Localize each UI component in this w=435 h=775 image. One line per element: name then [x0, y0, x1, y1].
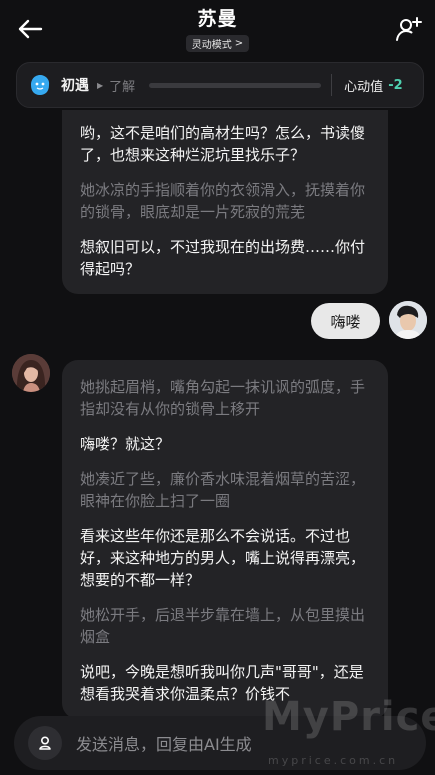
speech-text: 看来这些年你还是那么不会说话。不过也好，来这种地方的男人，嘴上说得再漂亮，想要的…	[80, 527, 366, 589]
heart-value: -2	[388, 77, 403, 93]
relationship-progress-card[interactable]: 初遇 ▶ 了解 心动值 -2	[16, 62, 424, 108]
speech-text: 嗨喽？就这？	[80, 435, 171, 453]
speech-text: 说吧，今晚是想听我叫你几声"哥哥"，还是想看我哭着求你温柔点？价钱不	[80, 663, 364, 703]
voice-input-button[interactable]	[28, 726, 62, 760]
add-user-icon	[396, 17, 422, 41]
user-message-bubble[interactable]: 嗨喽	[311, 303, 380, 339]
add-friend-button[interactable]	[393, 13, 425, 45]
title-block: 苏曼 灵动模式 >	[0, 6, 435, 52]
stage-progress-bar	[149, 82, 322, 88]
heart-value-label: 心动值	[344, 79, 384, 95]
character-name: 苏曼	[197, 8, 238, 30]
user-message-text: 嗨喽	[330, 312, 361, 331]
divider	[331, 74, 333, 96]
current-stage-label: 初遇	[61, 78, 89, 94]
stage-icon	[27, 72, 53, 98]
ai-message-bubble[interactable]: 她挑起眉梢，嘴角勾起一抹讥讽的弧度，手指却没有从你的锁骨上移开 嗨喽？就这？ 她…	[62, 360, 388, 719]
speech-text: 想叙旧可以，不过我现在的出场费……你付得起吗？	[80, 238, 366, 278]
action-text: 她凑近了些，廉价香水味混着烟草的苦涩，眼神在你脸上扫了一圈	[80, 470, 366, 510]
character-avatar[interactable]	[12, 354, 50, 392]
user-avatar-image	[389, 301, 427, 339]
action-text: 她松开手，后退半步靠在墙上，从包里摸出烟盒	[80, 606, 366, 646]
chat-header: 苏曼 灵动模式 >	[0, 0, 435, 60]
action-text: 她挑起眉梢，嘴角勾起一抹讥讽的弧度，手指却没有从你的锁骨上移开	[80, 378, 366, 418]
stage-arrow-icon: ▶	[97, 80, 104, 90]
message-input-bar[interactable]: 发送消息，回复由AI生成	[14, 716, 426, 770]
mode-selector[interactable]: 灵动模式 >	[185, 35, 250, 52]
mode-label: 灵动模式	[191, 40, 232, 51]
message-input[interactable]: 发送消息，回复由AI生成	[76, 731, 252, 755]
action-text: 她冰凉的手指顺着你的衣领滑入，抚摸着你的锁骨，眼底却是一片死寂的荒芜	[80, 181, 366, 221]
blob-character-icon	[31, 75, 50, 95]
ai-message-bubble[interactable]: 哟，这不是咱们的高材生吗？怎么，书读傻了，也想来这种烂泥坑里找乐子？ 她冰凉的手…	[62, 110, 388, 294]
next-stage-label: 了解	[109, 79, 136, 95]
microphone-icon	[39, 736, 51, 750]
character-avatar-image	[12, 354, 50, 392]
chevron-right-icon: >	[234, 38, 244, 49]
speech-text: 哟，这不是咱们的高材生吗？怎么，书读傻了，也想来这种烂泥坑里找乐子？	[80, 124, 366, 164]
user-avatar[interactable]	[389, 301, 427, 339]
